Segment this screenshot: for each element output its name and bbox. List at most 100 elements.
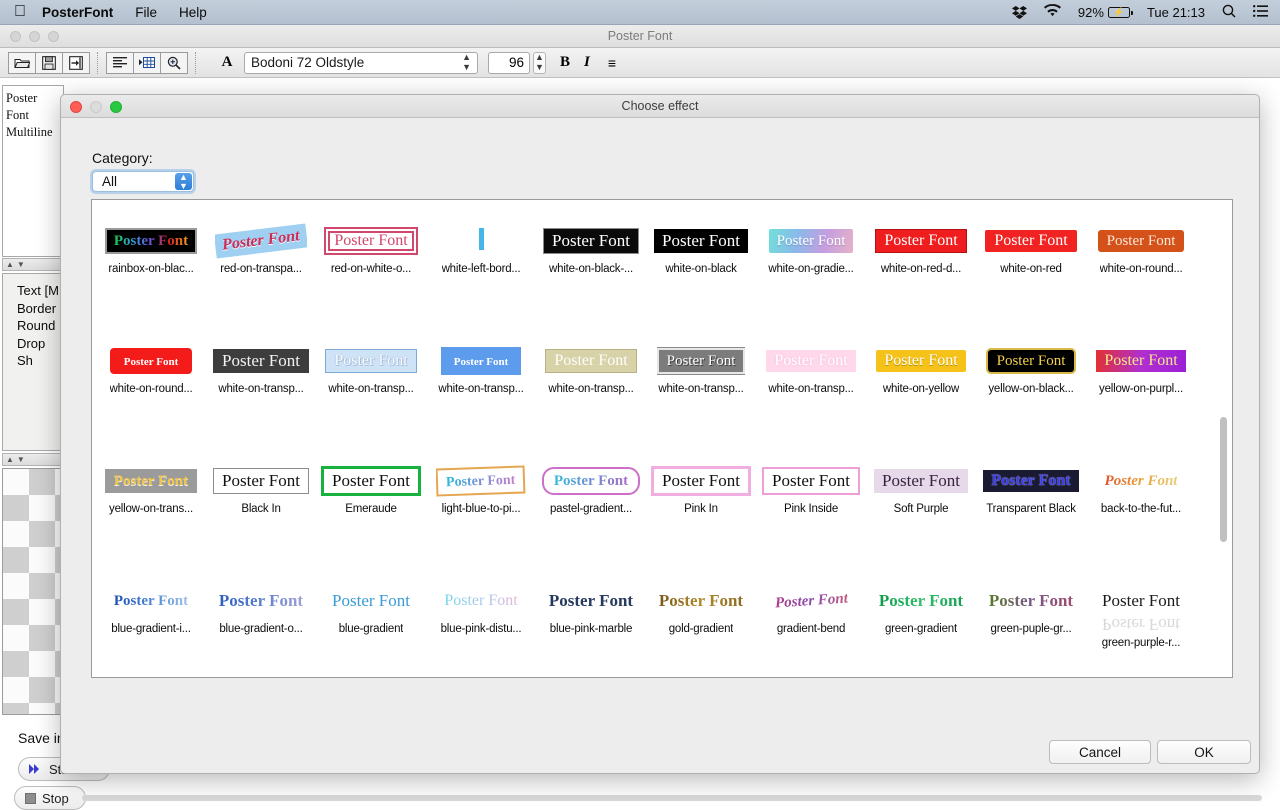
effect-cell[interactable]: Poster Font Black In [206, 462, 316, 582]
effect-cell[interactable]: Poster Font blue-pink-marble [536, 582, 646, 677]
effect-cell[interactable]: Poster Font rainbox-on-blac... [96, 222, 206, 342]
paragraph-align-button[interactable]: ≡ [608, 55, 616, 71]
effects-grid-frame[interactable]: Poster Font rainbox-on-blac... Poster Font… [91, 199, 1233, 678]
category-select[interactable]: All ▲ ▼ [92, 171, 194, 192]
battery-status[interactable]: 92% ⚡ [1078, 5, 1133, 20]
effect-preview: Poster Font [1096, 342, 1186, 380]
effect-cell[interactable]: Poster Font green-puple-gr... [976, 582, 1086, 677]
window-zoom-button[interactable] [48, 31, 59, 42]
effect-caption: yellow-on-black... [988, 383, 1074, 395]
effect-caption: white-on-red [1000, 263, 1062, 275]
apple-icon[interactable]:  [14, 4, 26, 20]
dialog-title-bar: Choose effect [61, 95, 1259, 118]
export-icon[interactable] [62, 51, 90, 74]
effect-cell[interactable]: Poster Font Soft Purple [866, 462, 976, 582]
effect-cell[interactable]: Poster Font Transparent Black [976, 462, 1086, 582]
effect-cell[interactable]: Poster Font yellow-on-black... [976, 342, 1086, 462]
collapse-down-icon[interactable]: ▼ [17, 260, 25, 269]
dialog-title: Choose effect [621, 99, 699, 113]
effect-cell[interactable]: Poster Font red-on-white-o... [316, 222, 426, 342]
effect-cell[interactable]: Poster Font back-to-the-fut... [1086, 462, 1196, 582]
effect-cell[interactable]: Poster Font gradient-bend [756, 582, 866, 677]
effect-cell[interactable]: Poster Font blue-pink-distu... [426, 582, 536, 677]
panel-splitter-1[interactable]: ▲ ▼ [2, 258, 64, 271]
font-size-input[interactable]: 96 [488, 51, 530, 74]
effect-cell[interactable]: Poster Font white-on-transp... [206, 342, 316, 462]
effect-cell[interactable]: Poster Font white-on-round... [96, 342, 206, 462]
effect-cell[interactable]: Poster Font Emeraude [316, 462, 426, 582]
bold-button[interactable]: B [560, 54, 570, 71]
ok-button[interactable]: OK [1157, 740, 1251, 764]
notification-center-icon[interactable] [1253, 4, 1268, 20]
save-disk-icon[interactable] [35, 51, 63, 74]
effect-cell[interactable]: Poster Font blue-gradient [316, 582, 426, 677]
effect-preview [478, 222, 484, 260]
effect-cell[interactable]: Poster Font white-on-transp... [756, 342, 866, 462]
window-close-button[interactable] [10, 31, 21, 42]
effect-cell[interactable]: Poster Font white-on-yellow [866, 342, 976, 462]
stop-button[interactable]: Stop [14, 786, 86, 810]
effect-cell[interactable]: Poster Font light-blue-to-pi... [426, 462, 536, 582]
effect-cell[interactable]: Poster Font pastel-gradient... [536, 462, 646, 582]
text-content-panel[interactable]: Poster Font Multiline [2, 85, 64, 257]
menubar-item-file[interactable]: File [135, 5, 157, 20]
effects-layer-list[interactable]: Text [M Border Round Drop Sh [2, 273, 64, 451]
effect-preview: Poster Font [440, 582, 521, 620]
effect-cell[interactable]: Poster Font Pink In [646, 462, 756, 582]
list-item[interactable]: Text [M [17, 282, 63, 300]
effect-cell[interactable]: Poster Font white-on-black-... [536, 222, 646, 342]
list-item[interactable]: Border [17, 300, 63, 318]
list-item[interactable]: Round [17, 317, 63, 335]
effect-cell[interactable]: Poster Font blue-gradient-i... [96, 582, 206, 677]
effect-preview: Poster Font [762, 462, 860, 500]
dialog-zoom-button[interactable] [110, 101, 122, 113]
effect-cell[interactable]: Poster Font white-on-round... [1086, 222, 1196, 342]
effect-cell[interactable]: Poster Font Poster Font green-purple-r... [1086, 582, 1196, 677]
effect-cell[interactable]: Poster Font yellow-on-trans... [96, 462, 206, 582]
effect-cell[interactable]: Poster Font white-on-gradie... [756, 222, 866, 342]
effect-cell[interactable]: white-left-bord... [426, 222, 536, 342]
dialog-minimize-button[interactable] [90, 101, 102, 113]
font-family-select[interactable]: Bodoni 72 Oldstyle ▲ ▼ [244, 51, 478, 74]
effect-cell[interactable]: Poster Font white-on-red [976, 222, 1086, 342]
wifi-icon[interactable] [1043, 4, 1061, 20]
window-minimize-button[interactable] [29, 31, 40, 42]
cancel-button[interactable]: Cancel [1049, 740, 1151, 764]
zoom-magnifier-icon[interactable] [160, 51, 188, 74]
effect-cell[interactable]: Poster Font red-on-transpa... [206, 222, 316, 342]
collapse-up-icon[interactable]: ▲ [6, 455, 14, 464]
effect-cell[interactable]: Poster Font white-on-transp... [426, 342, 536, 462]
effect-cell[interactable]: Poster Font white-on-red-d... [866, 222, 976, 342]
dialog-close-button[interactable] [70, 101, 82, 113]
effect-cell[interactable]: Poster Font white-on-black [646, 222, 756, 342]
effects-grid-scrollbar[interactable] [1218, 204, 1229, 674]
spotlight-search-icon[interactable] [1222, 4, 1236, 21]
open-folder-icon[interactable] [8, 51, 36, 74]
effect-cell[interactable]: Poster Font Pink Inside [756, 462, 866, 582]
effect-cell[interactable]: Poster Font blue-gradient-o... [206, 582, 316, 677]
menubar-item-help[interactable]: Help [179, 5, 207, 20]
collapse-up-icon[interactable]: ▲ [6, 260, 14, 269]
list-item[interactable]: Drop Sh [17, 335, 63, 370]
effect-cell[interactable]: Poster Font green-gradient [866, 582, 976, 677]
effect-cell[interactable]: Poster Font gold-gradient [646, 582, 756, 677]
effect-cell[interactable]: Poster Font white-on-transp... [316, 342, 426, 462]
effect-cell[interactable]: Poster Font yellow-on-purpl... [1086, 342, 1196, 462]
italic-button[interactable]: I [584, 54, 590, 71]
effect-preview-text: Poster Font [444, 592, 518, 609]
effect-preview: Poster Font [1097, 222, 1185, 260]
collapse-down-icon[interactable]: ▼ [17, 455, 25, 464]
font-size-stepper[interactable]: ▲ ▼ [533, 51, 546, 74]
menubar-app-name[interactable]: PosterFont [42, 5, 113, 20]
insert-table-icon[interactable] [133, 51, 161, 74]
toolbar-separator [97, 51, 98, 74]
panel-splitter-2[interactable]: ▲ ▼ [2, 453, 64, 466]
effect-preview-text: Poster Font [662, 471, 740, 490]
effect-preview-box: Poster Font [1098, 589, 1184, 613]
effect-cell[interactable]: Poster Font white-on-transp... [536, 342, 646, 462]
scrollbar-thumb[interactable] [1220, 417, 1227, 542]
align-text-icon[interactable] [106, 51, 134, 74]
menubar-clock[interactable]: Tue 21:13 [1147, 5, 1205, 20]
dropbox-icon[interactable] [1011, 5, 1027, 20]
effect-cell[interactable]: Poster Font white-on-transp... [646, 342, 756, 462]
